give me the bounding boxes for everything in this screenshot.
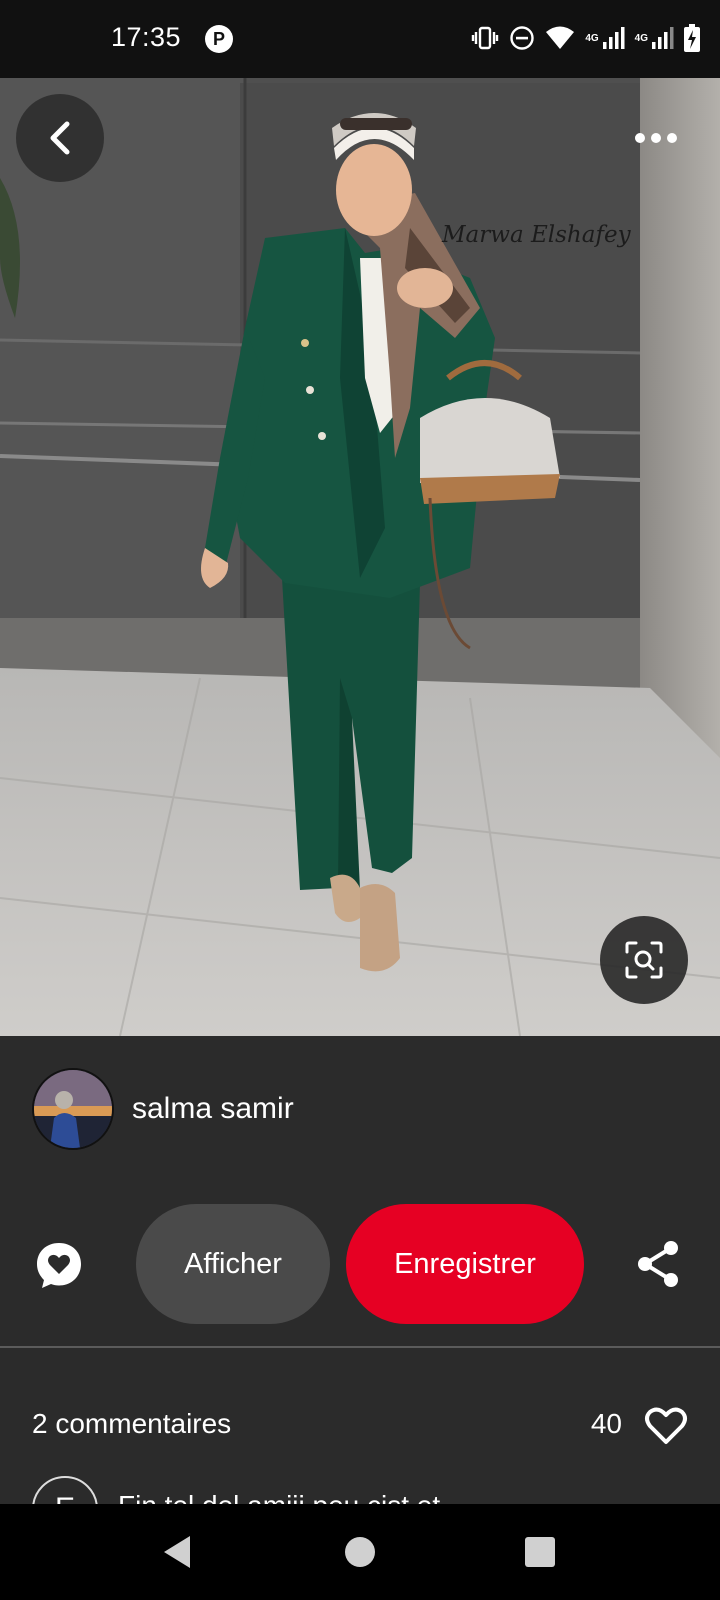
status-time: 17:35 xyxy=(111,22,182,52)
view-button[interactable]: Afficher xyxy=(136,1204,330,1324)
status-bar: 17:35 P 4G 4G xyxy=(0,0,720,78)
status-icons: 4G 4G xyxy=(471,23,700,53)
network-type-label: 4G xyxy=(585,32,599,44)
share-icon xyxy=(638,1241,678,1287)
signal-icon xyxy=(602,27,625,49)
like-count: 40 xyxy=(590,1408,622,1439)
wifi-icon xyxy=(545,26,575,50)
signal-icon xyxy=(652,27,674,49)
battery-charging-icon xyxy=(684,24,700,52)
reaction-button[interactable] xyxy=(34,1240,84,1290)
visual-search-button[interactable] xyxy=(600,916,688,1004)
comments-count[interactable]: 2 commentaires xyxy=(32,1408,231,1440)
back-button[interactable] xyxy=(16,94,104,182)
app-notification-icon: P xyxy=(205,25,233,53)
share-button[interactable] xyxy=(636,1240,686,1290)
back-icon xyxy=(50,121,70,155)
nav-home-icon[interactable] xyxy=(340,1532,380,1572)
engagement-row: 2 commentaires 40 xyxy=(32,1404,688,1448)
visual-search-icon xyxy=(625,941,663,979)
system-navigation-bar xyxy=(0,1504,720,1600)
heart-icon[interactable] xyxy=(644,1404,688,1448)
do-not-disturb-icon xyxy=(509,25,535,51)
action-bar: Afficher Enregistrer xyxy=(0,1204,720,1324)
more-options-button[interactable] xyxy=(624,118,688,158)
more-icon xyxy=(635,133,677,143)
divider xyxy=(0,1346,720,1348)
author-name[interactable]: salma samir xyxy=(132,1092,294,1126)
nav-recents-icon[interactable] xyxy=(520,1532,560,1572)
save-button[interactable]: Enregistrer xyxy=(346,1204,584,1324)
author-profile[interactable]: salma samir xyxy=(32,1068,294,1150)
comment-heart-icon xyxy=(37,1243,81,1288)
vibrate-icon xyxy=(471,26,499,50)
avatar[interactable] xyxy=(32,1068,114,1150)
network-type-label: 4G xyxy=(634,32,648,44)
nav-back-icon[interactable] xyxy=(160,1532,200,1572)
comment-text: Fin tel del amiji peu cist et xyxy=(118,1490,440,1504)
pin-details-sheet: salma samir Afficher Enregistrer 2 comme… xyxy=(0,1036,720,1504)
comment-item[interactable]: E Fin tel del amiji peu cist et xyxy=(32,1476,688,1504)
image-watermark: Marwa Elshafey xyxy=(442,222,631,248)
commenter-avatar[interactable]: E xyxy=(32,1476,98,1504)
